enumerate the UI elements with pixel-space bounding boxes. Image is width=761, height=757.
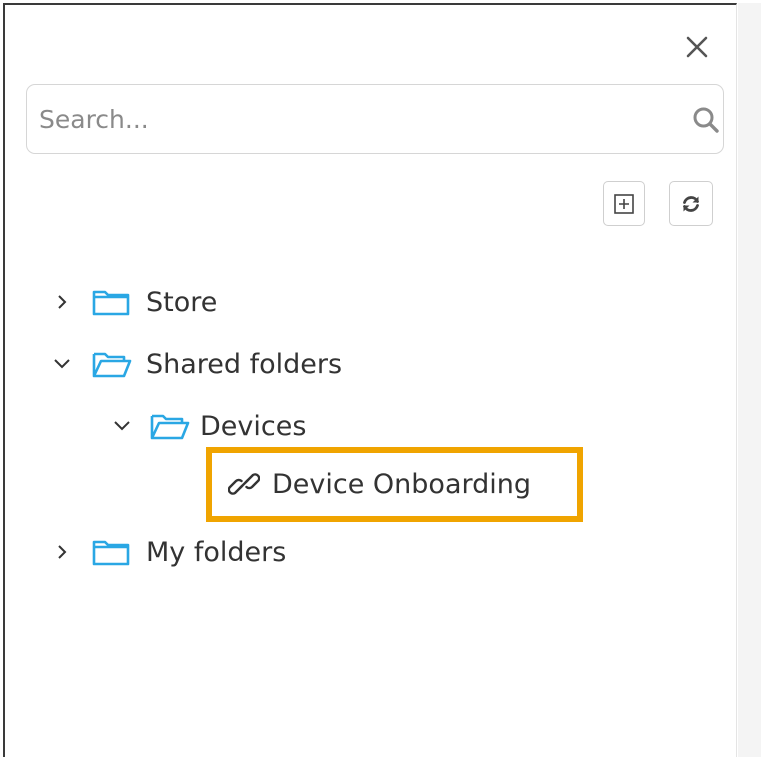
tree-item-label: Store [146, 286, 218, 318]
close-button[interactable] [683, 33, 711, 61]
folder-icon [92, 287, 132, 317]
tree-item-devices[interactable]: Devices [108, 402, 306, 450]
chevron-down-icon[interactable] [48, 350, 76, 378]
search-box [26, 84, 724, 154]
folder-open-icon [150, 411, 190, 441]
tree-item-store[interactable]: Store [48, 278, 217, 326]
page-frame: Store Shared folders Devices [0, 0, 761, 757]
tree-item-label: Devices [200, 410, 307, 442]
tree-item-label: My folders [146, 536, 287, 568]
tree-item-label: Shared folders [146, 348, 343, 380]
link-icon [226, 466, 262, 502]
tree-item-shared-folders[interactable]: Shared folders [48, 340, 342, 388]
side-strip [738, 3, 761, 757]
folder-open-icon [92, 349, 132, 379]
chevron-right-icon[interactable] [48, 288, 76, 316]
search-icon[interactable] [691, 105, 721, 135]
chevron-down-icon[interactable] [108, 412, 136, 440]
refresh-button[interactable] [669, 181, 713, 226]
tree-item-my-folders[interactable]: My folders [48, 528, 286, 576]
folder-icon [92, 537, 132, 567]
refresh-icon [683, 195, 699, 212]
tree-item-label: Device Onboarding [272, 468, 532, 500]
tree-item-device-onboarding[interactable]: Device Onboarding [226, 460, 531, 508]
search-input[interactable] [39, 97, 639, 141]
close-icon [686, 36, 708, 58]
chevron-right-icon[interactable] [48, 538, 76, 566]
plus-square-icon [614, 193, 634, 214]
expand-all-button[interactable] [603, 181, 645, 226]
